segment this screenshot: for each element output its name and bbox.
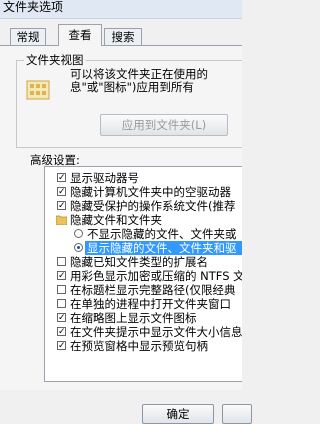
folder-icon [56,215,67,225]
list-item[interactable]: ✓ 显示驱动器号 [45,171,242,185]
tab-general[interactable]: 常规 [10,28,46,45]
checkbox[interactable]: ✓ [57,271,66,281]
checkbox[interactable]: ✓ [57,313,66,323]
list-item-selected[interactable]: 显示隐藏的文件、文件夹和驱 [45,241,242,255]
checkbox[interactable] [57,299,66,308]
checkbox[interactable]: ✓ [57,187,66,197]
list-item[interactable]: 不显示隐藏的文件、文件夹或 [45,227,242,241]
advanced-settings-list[interactable]: ✓ 显示驱动器号 ✓ 隐藏计算机文件夹中的空驱动器 ✓ 隐藏受保护的操作系统文件… [44,166,242,382]
checkbox[interactable] [57,257,66,266]
description-line-2: 息"或"图标")应用到所有 [70,80,194,94]
window-title: 文件夹选项 [3,0,64,14]
list-item[interactable]: ✓ 用彩色显示加密或压缩的 NTFS 文 [45,269,242,283]
tab-search[interactable]: 搜索 [104,28,142,45]
checkbox[interactable]: ✓ [57,173,66,183]
checkbox[interactable]: ✓ [57,327,66,337]
checkbox[interactable]: ✓ [57,341,66,351]
tab-view[interactable]: 查看 [58,24,102,46]
list-item[interactable]: 隐藏已知文件类型的扩展名 [45,255,242,269]
list-item[interactable]: ✓ 在文件夹提示中显示文件大小信息 [45,325,242,339]
ok-button[interactable]: 确定 [142,404,214,424]
list-item[interactable]: ✓ 隐藏计算机文件夹中的空驱动器 [45,185,242,199]
list-item-folder[interactable]: 隐藏文件和文件夹 [45,213,242,227]
list-item[interactable]: 在单独的进程中打开文件夹窗口 [45,297,242,311]
title-bar: 文件夹选项 [0,0,242,19]
radio-button[interactable] [74,243,83,252]
checkbox[interactable]: ✓ [57,201,66,211]
folder-views-description: 可以将该文件夹正在使用的 息"或"图标")应用到所有 [70,68,242,94]
list-item[interactable]: 在标题栏显示完整路径(仅限经典 [45,283,242,297]
folder-views-title: 文件夹视图 [24,52,86,68]
list-item[interactable]: ✓ 隐藏受保护的操作系统文件(推荐 [45,199,242,213]
cancel-button[interactable] [222,404,252,424]
list-item[interactable]: ✓ 在预览窗格中显示预览句柄 [45,339,242,353]
checkbox[interactable] [57,285,66,294]
apply-to-folders-button[interactable]: 应用到文件夹(L) [100,114,228,136]
radio-button[interactable] [74,229,83,238]
list-item[interactable]: ✓ 在缩略图上显示文件图标 [45,311,242,325]
folder-views-icon [26,80,50,100]
